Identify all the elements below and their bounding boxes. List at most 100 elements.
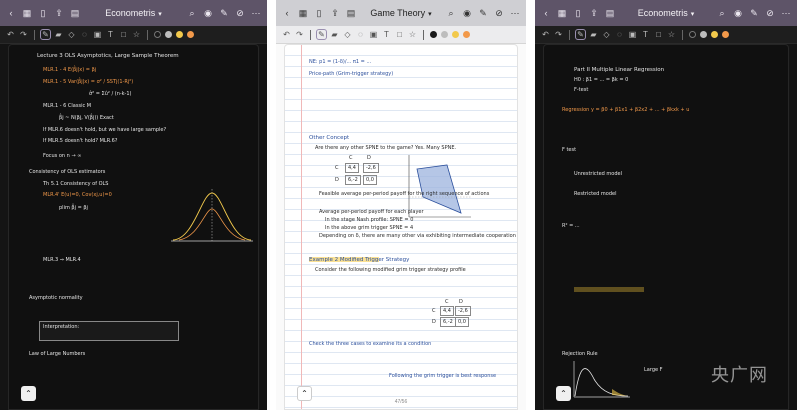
search-icon[interactable]: ⌕	[187, 8, 197, 18]
search-icon[interactable]: ⌕	[446, 8, 456, 18]
more-icon[interactable]: ⋯	[251, 8, 261, 18]
note-line: In the above grim trigger SPNE = 4	[325, 225, 414, 231]
pen-tool-icon[interactable]: ✎	[575, 29, 586, 40]
microphone-icon[interactable]: ◉	[462, 8, 472, 18]
export-icon[interactable]: ⇪	[54, 8, 64, 18]
note-line: Regression y = β0 + β1x1 + β2x2 + ... + …	[562, 107, 690, 113]
color-swatch-orange[interactable]	[187, 31, 194, 38]
chevron-left-icon[interactable]: ‹	[6, 8, 16, 18]
color-swatch-black[interactable]	[430, 31, 437, 38]
lasso-icon[interactable]: ◌	[615, 30, 624, 39]
note-page[interactable]: Part II Multiple Linear Regression H0 : …	[543, 44, 789, 410]
color-swatch-black[interactable]	[154, 31, 161, 38]
sticker-icon[interactable]: ☆	[132, 30, 141, 39]
highlighter-icon[interactable]: ▰	[330, 30, 339, 39]
note-page[interactable]: Lecture 3 OLS Asymptotics, Large Sample …	[8, 44, 259, 410]
color-swatch-gray[interactable]	[700, 31, 707, 38]
lasso-icon[interactable]: ◌	[356, 30, 365, 39]
toolbar-divider	[34, 29, 35, 40]
highlighter-icon[interactable]: ▰	[54, 30, 63, 39]
redo-icon[interactable]: ↷	[554, 30, 563, 39]
bookmark-icon[interactable]: ▯	[314, 8, 324, 18]
search-icon[interactable]: ⌕	[717, 8, 727, 18]
color-swatch-black[interactable]	[689, 31, 696, 38]
more-icon[interactable]: ⋯	[781, 8, 791, 18]
scroll-top-button[interactable]: ⌃	[297, 386, 312, 401]
shape-icon[interactable]: □	[395, 30, 404, 39]
chevron-down-icon: ▾	[690, 11, 695, 18]
eye-off-icon[interactable]: ⊘	[235, 8, 245, 18]
pen-icon[interactable]: ✎	[478, 8, 488, 18]
shape-icon[interactable]: □	[654, 30, 663, 39]
pen-icon[interactable]: ✎	[749, 8, 759, 18]
scroll-top-button[interactable]: ⌃	[556, 386, 571, 401]
grid-icon[interactable]: ▦	[557, 8, 567, 18]
scroll-top-button[interactable]: ⌃	[21, 386, 36, 401]
document-icon[interactable]: ▤	[605, 8, 615, 18]
color-swatch-orange[interactable]	[463, 31, 470, 38]
note-section: Consistency of OLS estimators	[29, 169, 106, 175]
drawing-toolbar: ↶ ↷ ✎ ▰ ◇ ◌ ▣ T □ ☆	[0, 26, 267, 44]
more-icon[interactable]: ⋯	[510, 8, 520, 18]
note-page[interactable]: NE: p1 = (1-δ)/... π1 = ... Price-path (…	[284, 44, 518, 410]
chevron-left-icon[interactable]: ‹	[541, 8, 551, 18]
notebook-title[interactable]: Econometris ▾	[80, 8, 187, 18]
document-icon[interactable]: ▤	[346, 8, 356, 18]
drawing-toolbar: ↶ ↷ ✎ ▰ ◇ ◌ ▣ T □ ☆	[535, 26, 797, 44]
text-icon[interactable]: T	[641, 30, 650, 39]
chevron-left-icon[interactable]: ‹	[282, 8, 292, 18]
notebook-title-text: Econometris	[105, 8, 156, 18]
chevron-up-icon: ⌃	[560, 389, 567, 398]
undo-icon[interactable]: ↶	[541, 30, 550, 39]
highlighter-icon[interactable]: ▰	[589, 30, 598, 39]
redo-icon[interactable]: ↷	[19, 30, 28, 39]
pen-icon[interactable]: ✎	[219, 8, 229, 18]
export-icon[interactable]: ⇪	[330, 8, 340, 18]
redo-icon[interactable]: ↷	[295, 30, 304, 39]
notebook-title[interactable]: Econometris ▾	[615, 8, 717, 18]
shape-icon[interactable]: □	[119, 30, 128, 39]
color-swatch-orange[interactable]	[722, 31, 729, 38]
eraser-icon[interactable]: ◇	[67, 30, 76, 39]
grid-icon[interactable]: ▦	[22, 8, 32, 18]
color-swatch-gray[interactable]	[165, 31, 172, 38]
note-line: plim β̂j = βj	[59, 205, 88, 211]
bookmark-icon[interactable]: ▯	[38, 8, 48, 18]
notebook-title[interactable]: Game Theory ▾	[356, 8, 446, 18]
document-icon[interactable]: ▤	[70, 8, 80, 18]
grid-icon[interactable]: ▦	[298, 8, 308, 18]
sticker-icon[interactable]: ☆	[408, 30, 417, 39]
lasso-icon[interactable]: ◌	[80, 30, 89, 39]
color-swatch-yellow[interactable]	[452, 31, 459, 38]
undo-icon[interactable]: ↶	[6, 30, 15, 39]
text-icon[interactable]: T	[106, 30, 115, 39]
image-icon[interactable]: ▣	[369, 30, 378, 39]
eraser-icon[interactable]: ◇	[602, 30, 611, 39]
note-line: Unrestricted model	[574, 171, 622, 177]
microphone-icon[interactable]: ◉	[203, 8, 213, 18]
export-icon[interactable]: ⇪	[589, 8, 599, 18]
pen-tool-icon[interactable]: ✎	[40, 29, 51, 40]
eye-off-icon[interactable]: ⊘	[765, 8, 775, 18]
matrix-col-header: D	[367, 155, 371, 161]
sticker-icon[interactable]: ☆	[667, 30, 676, 39]
color-swatch-gray[interactable]	[441, 31, 448, 38]
image-icon[interactable]: ▣	[93, 30, 102, 39]
pen-tool-icon[interactable]: ✎	[316, 29, 327, 40]
page-number: 47/56	[394, 399, 408, 405]
bookmark-icon[interactable]: ▯	[573, 8, 583, 18]
color-swatch-yellow[interactable]	[711, 31, 718, 38]
color-swatch-yellow[interactable]	[176, 31, 183, 38]
text-icon[interactable]: T	[382, 30, 391, 39]
note-line: Average per-period payoff for each playe…	[319, 209, 424, 215]
image-icon[interactable]: ▣	[628, 30, 637, 39]
note-line: MLR.3 ⇒ MLR.4	[43, 257, 81, 263]
chevron-down-icon: ▾	[428, 11, 432, 18]
note-section: Other Concept	[309, 135, 350, 141]
note-line: Depending on δ, there are many other via…	[319, 233, 516, 239]
matrix-row-header: D	[335, 177, 339, 183]
eraser-icon[interactable]: ◇	[343, 30, 352, 39]
undo-icon[interactable]: ↶	[282, 30, 291, 39]
microphone-icon[interactable]: ◉	[733, 8, 743, 18]
eye-off-icon[interactable]: ⊘	[494, 8, 504, 18]
